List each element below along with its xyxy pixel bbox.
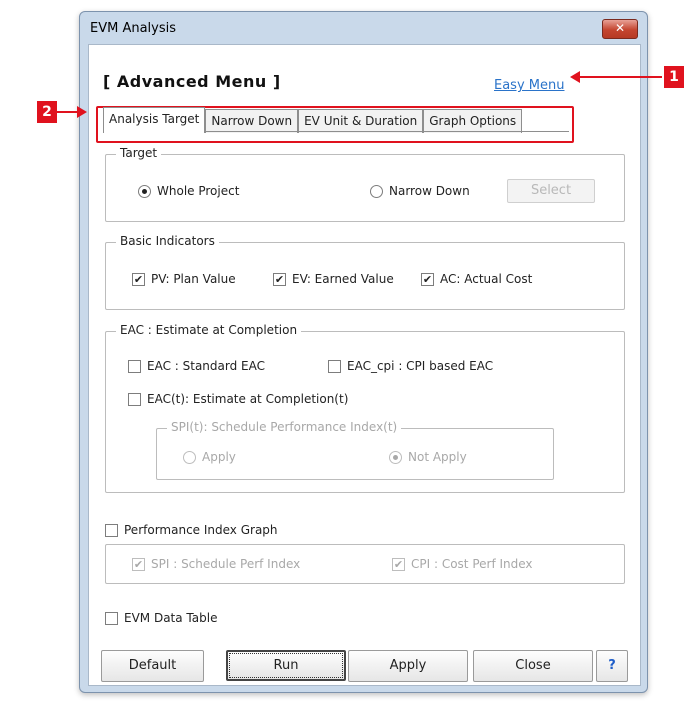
window-close-button[interactable]: ✕ [602,19,638,39]
evm-data-table-label: EVM Data Table [124,611,218,625]
spi-t-legend: SPI(t): Schedule Performance Index(t) [167,420,402,434]
evm-data-table-checkbox[interactable]: EVM Data Table [105,611,217,625]
ev-checkbox[interactable]: ✔ EV: Earned Value [273,272,394,286]
title-bar: EVM Analysis ✕ [80,12,647,44]
checkbox-empty-icon [105,611,118,625]
performance-graph-group: ✔ SPI : Schedule Perf Index ✔ CPI : Cost… [105,544,625,584]
eac-legend: EAC : Estimate at Completion [116,323,302,337]
target-legend: Target [116,146,162,160]
spi-t-apply-label: Apply [202,450,236,464]
performance-index-graph-checkbox[interactable]: Performance Index Graph [105,523,278,537]
eac-t-checkbox[interactable]: EAC(t): Estimate at Completion(t) [128,392,348,406]
annotation-marker-2: 2 [37,101,57,123]
target-group: Target Whole Project Narrow Down Select [105,146,625,222]
checkmark-icon: ✔ [392,557,405,571]
spi-t-group: SPI(t): Schedule Performance Index(t) Ap… [156,420,554,480]
checkmark-icon: ✔ [132,557,145,571]
basic-indicators-legend: Basic Indicators [116,234,219,248]
run-button[interactable]: Run [226,650,346,681]
apply-button[interactable]: Apply [348,650,468,682]
radio-selected-icon [389,450,402,464]
checkmark-icon: ✔ [421,272,434,286]
close-icon: ✕ [614,21,626,35]
spi-t-not-apply-radio[interactable]: Not Apply [389,450,467,464]
eac-cpi-checkbox[interactable]: EAC_cpi : CPI based EAC [328,359,493,373]
narrow-down-label: Narrow Down [389,184,470,198]
whole-project-radio[interactable]: Whole Project [138,184,239,198]
annotation-arrow-2-line [57,111,79,113]
checkbox-empty-icon [105,523,118,537]
checkbox-empty-icon [128,359,141,373]
eac-standard-checkbox[interactable]: EAC : Standard EAC [128,359,265,373]
radio-unselected-icon [370,184,383,198]
annotation-marker-1: 1 [664,66,684,88]
advanced-menu-heading: [ Advanced Menu ] [103,72,281,91]
pv-label: PV: Plan Value [151,272,236,286]
help-button[interactable]: ? [596,650,628,682]
eac-standard-label: EAC : Standard EAC [147,359,265,373]
whole-project-label: Whole Project [157,184,240,198]
select-button[interactable]: Select [507,179,595,203]
radio-selected-icon [138,184,151,198]
annotation-arrow-2-head [77,106,87,118]
spi-graph-checkbox[interactable]: ✔ SPI : Schedule Perf Index [132,557,300,571]
default-button[interactable]: Default [101,650,204,682]
checkbox-empty-icon [328,359,341,373]
radio-unselected-icon [183,450,196,464]
spi-graph-label: SPI : Schedule Perf Index [151,557,301,571]
checkmark-icon: ✔ [273,272,286,286]
cpi-graph-label: CPI : Cost Perf Index [411,557,533,571]
basic-indicators-group: Basic Indicators ✔ PV: Plan Value ✔ EV: … [105,234,625,310]
eac-cpi-label: EAC_cpi : CPI based EAC [347,359,494,373]
spi-t-apply-radio[interactable]: Apply [183,450,236,464]
narrow-down-radio[interactable]: Narrow Down [370,184,470,198]
spi-t-not-apply-label: Not Apply [408,450,467,464]
evm-analysis-dialog: EVM Analysis ✕ [ Advanced Menu ] Easy Me… [79,11,648,693]
easy-menu-link[interactable]: Easy Menu [494,78,564,93]
cpi-graph-checkbox[interactable]: ✔ CPI : Cost Perf Index [392,557,533,571]
checkmark-icon: ✔ [132,272,145,286]
performance-index-graph-label: Performance Index Graph [124,523,278,537]
tab-analysis-target[interactable]: Analysis Target [103,107,206,133]
ac-label: AC: Actual Cost [440,272,533,286]
eac-group: EAC : Estimate at Completion EAC : Stand… [105,323,625,493]
annotation-arrow-1-line [578,76,662,78]
ev-label: EV: Earned Value [292,272,394,286]
eac-t-label: EAC(t): Estimate at Completion(t) [147,392,349,406]
window-title: EVM Analysis [90,21,177,36]
close-button[interactable]: Close [473,650,593,682]
ac-checkbox[interactable]: ✔ AC: Actual Cost [421,272,532,286]
pv-checkbox[interactable]: ✔ PV: Plan Value [132,272,236,286]
checkbox-empty-icon [128,392,141,406]
dialog-body: [ Advanced Menu ] Easy Menu Analysis Tar… [88,44,641,686]
